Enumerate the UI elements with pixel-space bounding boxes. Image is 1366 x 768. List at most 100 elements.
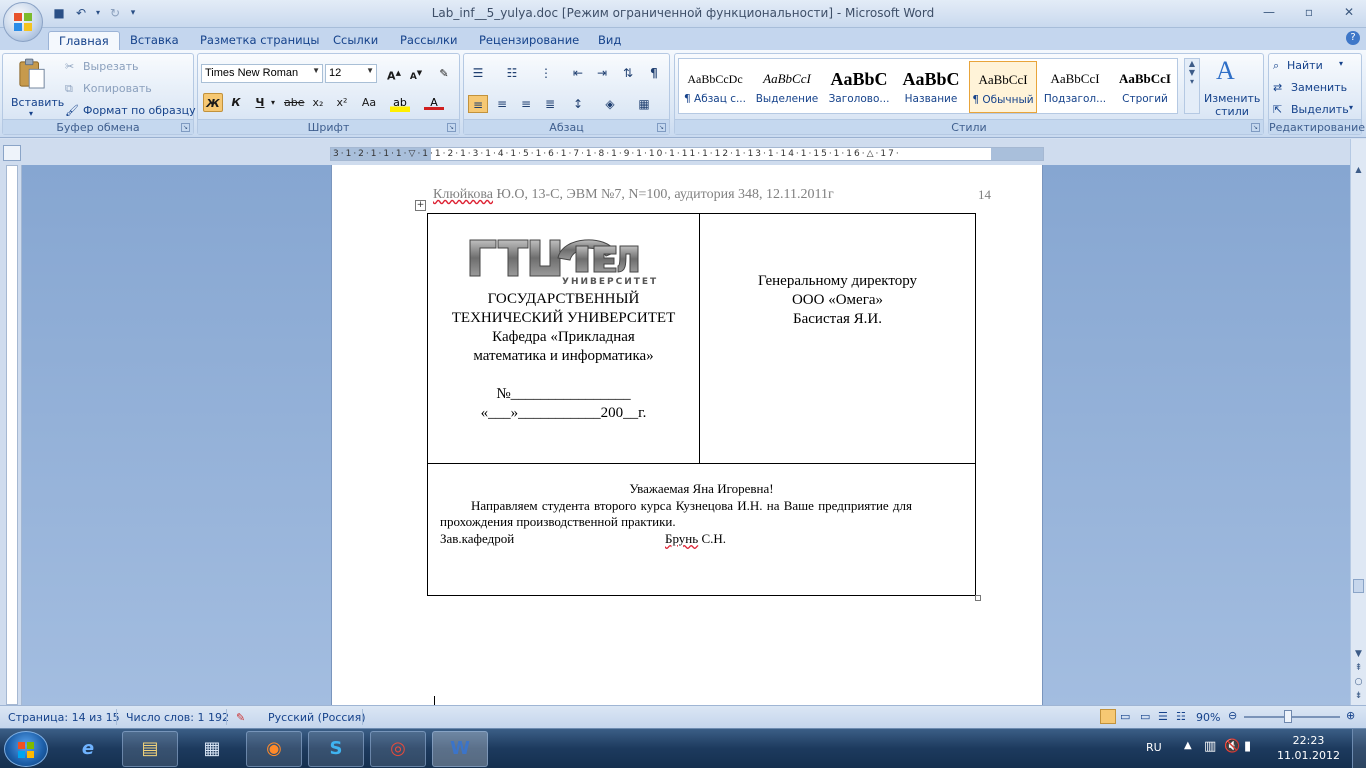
close-icon[interactable]: ✕ — [1338, 3, 1360, 21]
italic-button[interactable]: К — [226, 93, 246, 112]
styles-launcher-icon[interactable]: ↘ — [1251, 123, 1260, 132]
web-layout-icon[interactable]: ▭ — [1140, 710, 1150, 723]
start-button[interactable] — [4, 731, 48, 767]
font-size-combo[interactable]: 12 ▼ — [325, 64, 377, 83]
strikethrough-button[interactable]: abe — [284, 93, 305, 112]
style-item[interactable]: AaBbC Заголово... — [825, 61, 893, 113]
vertical-scrollbar[interactable]: ▲ ▼ ⇞ ○ ⇟ — [1350, 139, 1366, 705]
align-center-icon[interactable]: ≡ — [492, 95, 512, 113]
chrome-icon[interactable]: ◎ — [370, 731, 426, 767]
zoom-in-icon[interactable]: ⊕ — [1346, 709, 1355, 722]
zoom-slider-knob[interactable] — [1284, 710, 1292, 723]
borders-icon[interactable]: ▦ — [634, 95, 654, 113]
minimize-icon[interactable]: — — [1258, 3, 1280, 21]
font-name-dropdown-icon[interactable]: ▼ — [312, 66, 320, 75]
recipient-cell[interactable]: Генеральному директору ООО «Омега» Басис… — [700, 214, 975, 464]
page-count[interactable]: Страница: 14 из 15 — [8, 711, 120, 724]
tab-mailings[interactable]: Рассылки — [390, 31, 467, 50]
firefox-icon[interactable]: ◉ — [246, 731, 302, 767]
multilevel-list-icon[interactable]: ⋮ — [536, 64, 556, 82]
tab-page-layout[interactable]: Разметка страницы — [190, 31, 329, 50]
tab-references[interactable]: Ссылки — [323, 31, 388, 50]
tab-view[interactable]: Вид — [588, 31, 631, 50]
zoom-slider[interactable] — [1244, 716, 1340, 718]
grow-font-button[interactable]: A▲ — [384, 64, 404, 83]
font-name-combo[interactable]: Times New Roman ▼ — [201, 64, 323, 83]
scroll-page-buttons[interactable]: ▼ ⇞ ○ ⇟ — [1352, 647, 1365, 703]
font-size-dropdown-icon[interactable]: ▼ — [366, 66, 374, 75]
font-launcher-icon[interactable]: ↘ — [447, 123, 456, 132]
language-indicator[interactable]: Русский (Россия) — [268, 711, 366, 724]
zoom-out-icon[interactable]: ⊖ — [1228, 709, 1237, 722]
highlight-icon[interactable]: ab — [390, 93, 410, 112]
clock[interactable]: 22:23 11.01.2012 — [1277, 733, 1340, 763]
find-button[interactable]: ⌕ Найти ▾ — [1273, 58, 1359, 76]
replace-button[interactable]: ⇄ Заменить — [1273, 80, 1359, 98]
explorer-icon[interactable]: ▤ — [122, 731, 178, 767]
subscript-button[interactable]: x₂ — [308, 93, 328, 112]
zoom-level[interactable]: 90% — [1196, 711, 1220, 724]
clear-format-icon[interactable]: ✎ — [434, 64, 454, 83]
tab-selector-icon[interactable] — [3, 145, 21, 161]
battery-icon[interactable]: ▮ — [1244, 739, 1251, 754]
select-button[interactable]: ⇱ Выделить ▾ — [1273, 102, 1359, 120]
horizontal-ruler[interactable]: 3·1·2·1·1·1·▽·1·1·2·1·3·1·4·1·5·1·6·1·7·… — [330, 147, 1044, 161]
tray-expand-icon[interactable]: ▲ — [1184, 740, 1192, 751]
outline-icon[interactable]: ☰ — [1158, 710, 1168, 723]
align-left-icon[interactable]: ≡ — [468, 95, 488, 113]
paragraph-launcher-icon[interactable]: ↘ — [657, 123, 666, 132]
change-styles-button[interactable]: A Изменить стили — [1202, 56, 1262, 118]
underline-button[interactable]: Ч — [250, 93, 270, 112]
table-resize-handle-icon[interactable] — [975, 595, 981, 601]
print-layout-icon[interactable] — [1100, 709, 1116, 724]
office-button[interactable] — [3, 2, 43, 42]
pilcrow-icon[interactable]: ¶ — [644, 64, 664, 82]
volume-muted-icon[interactable]: 🔇 — [1224, 739, 1240, 754]
letter-body-cell[interactable]: Уважаемая Яна Игоревна! Направляем студе… — [428, 464, 975, 595]
justify-icon[interactable]: ≣ — [540, 95, 560, 113]
tab-review[interactable]: Рецензирование — [469, 31, 589, 50]
style-item[interactable]: AaBbCcI Строгий — [1111, 61, 1179, 113]
change-case-button[interactable]: Aa — [356, 93, 382, 112]
scroll-up-icon[interactable]: ▲ — [1352, 165, 1365, 177]
style-item[interactable]: AaBbCcI Выделение — [753, 61, 821, 113]
style-item[interactable]: AaBbCcI Подзагол... — [1041, 61, 1109, 113]
superscript-button[interactable]: x² — [332, 93, 352, 112]
bullets-icon[interactable]: ☰ — [468, 64, 488, 82]
network-icon[interactable]: ▥ — [1204, 739, 1216, 754]
copy-button[interactable]: ⧉ Копировать — [65, 80, 185, 98]
style-item[interactable]: AaBbCcDc ¶ Абзац с... — [681, 61, 749, 113]
calculator-icon[interactable]: ▦ — [184, 731, 240, 767]
shading-icon[interactable]: ◈ — [600, 95, 620, 113]
align-right-icon[interactable]: ≡ — [516, 95, 536, 113]
proofing-icon[interactable]: ✎ — [236, 711, 245, 724]
paste-button[interactable]: Вставить ▾ — [7, 56, 64, 118]
maximize-icon[interactable]: ▫ — [1298, 3, 1320, 21]
full-reading-icon[interactable]: ▭ — [1120, 710, 1130, 723]
style-item[interactable]: AaBbC Название — [897, 61, 965, 113]
decrease-indent-icon[interactable]: ⇤ — [568, 64, 588, 82]
show-desktop-button[interactable] — [1352, 729, 1366, 768]
draft-icon[interactable]: ☷ — [1176, 710, 1186, 723]
sort-icon[interactable]: ⇅ — [618, 64, 638, 82]
style-item-selected[interactable]: AaBbCcI ¶ Обычный — [969, 61, 1037, 113]
shrink-font-button[interactable]: A▼ — [406, 64, 426, 83]
skype-icon[interactable]: S — [308, 731, 364, 767]
help-icon[interactable]: ? — [1346, 31, 1360, 45]
word-taskbar-icon[interactable]: W — [432, 731, 488, 767]
font-color-icon[interactable]: A — [424, 93, 444, 110]
underline-dropdown-icon[interactable]: ▾ — [268, 93, 278, 112]
bold-button[interactable]: Ж — [203, 93, 223, 112]
cut-button[interactable]: ✂ Вырезать — [65, 58, 185, 76]
style-gallery-scroll[interactable]: ▲ ▼ ▾ — [1184, 58, 1200, 114]
clipboard-launcher-icon[interactable]: ↘ — [181, 123, 190, 132]
document-page[interactable]: Клюйкова Ю.О, 13-С, ЭВМ №7, N=100, аудит… — [331, 165, 1043, 705]
increase-indent-icon[interactable]: ⇥ — [592, 64, 612, 82]
format-painter-button[interactable]: 🖌 Формат по образцу — [65, 102, 196, 120]
line-spacing-icon[interactable]: ↕ — [568, 95, 588, 113]
tab-insert[interactable]: Вставка — [120, 31, 189, 50]
numbering-icon[interactable]: ☷ — [502, 64, 522, 82]
table-move-handle-icon[interactable]: + — [415, 200, 426, 211]
internet-explorer-icon[interactable]: e — [60, 731, 116, 767]
vertical-ruler[interactable] — [0, 165, 22, 705]
